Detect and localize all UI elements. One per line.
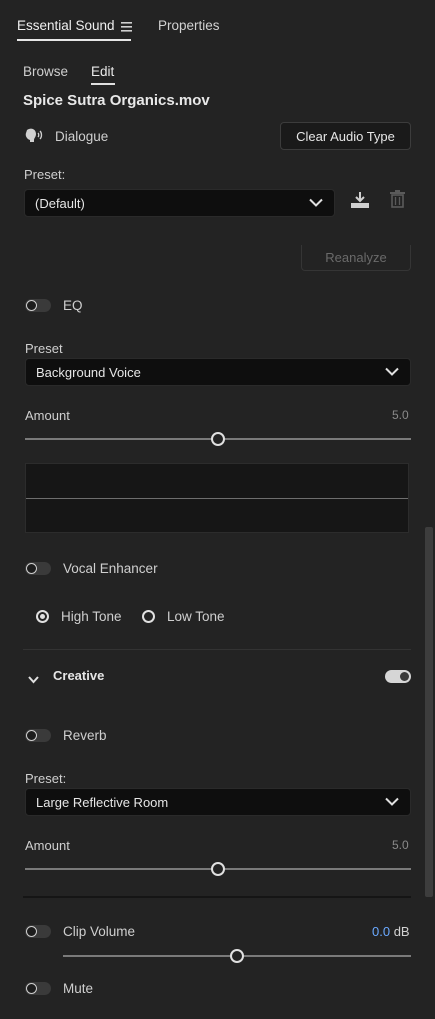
- preset-dropdown[interactable]: (Default): [24, 189, 335, 217]
- low-tone-label: Low Tone: [167, 609, 225, 624]
- vocal-enhancer-label: Vocal Enhancer: [63, 561, 158, 576]
- clip-volume-readout: 0.0 dB: [372, 924, 410, 939]
- chevron-down-icon: [385, 797, 399, 806]
- subtab-underline: [91, 83, 115, 85]
- save-preset-icon[interactable]: [350, 191, 370, 212]
- reverb-amount-label: Amount: [25, 838, 70, 853]
- clip-volume-unit: dB: [393, 924, 410, 939]
- scrollbar-thumb[interactable]: [425, 527, 433, 897]
- eq-preset-value: Background Voice: [36, 364, 141, 380]
- mute-toggle[interactable]: [25, 982, 51, 995]
- reverb-preset-dropdown[interactable]: Large Reflective Room: [25, 788, 411, 816]
- clip-volume-label: Clip Volume: [63, 924, 136, 939]
- panel-menu-icon[interactable]: [121, 20, 132, 35]
- dialogue-icon: [24, 128, 44, 148]
- eq-toggle[interactable]: [25, 299, 51, 312]
- high-tone-radio[interactable]: [36, 610, 49, 623]
- subtab-edit-label: Edit: [91, 64, 115, 79]
- creative-toggle[interactable]: [385, 670, 411, 683]
- tab-essential-sound-label: Essential Sound: [17, 18, 115, 33]
- eq-preset-label: Preset: [25, 341, 63, 356]
- reverb-amount-thumb[interactable]: [211, 862, 225, 876]
- reverb-amount-value: 5.0: [392, 838, 409, 852]
- clear-audio-type-label: Clear Audio Type: [296, 128, 395, 144]
- reverb-preset-value: Large Reflective Room: [36, 794, 169, 810]
- clip-title: Spice Sutra Organics.mov: [23, 92, 210, 109]
- eq-preset-dropdown[interactable]: Background Voice: [25, 358, 411, 386]
- creative-section-title: Creative: [53, 668, 105, 683]
- vocal-enhancer-toggle[interactable]: [25, 562, 51, 575]
- clip-volume-value[interactable]: 0.0: [372, 924, 390, 939]
- chevron-down-icon: [385, 367, 399, 376]
- eq-graph: [25, 463, 409, 533]
- tab-properties[interactable]: Properties: [158, 18, 220, 33]
- active-tab-underline: [17, 39, 131, 41]
- tab-essential-sound[interactable]: Essential Sound: [17, 18, 115, 33]
- reverb-label: Reverb: [63, 728, 107, 743]
- section-divider-dark: [23, 896, 411, 898]
- reverb-toggle[interactable]: [25, 729, 51, 742]
- clip-volume-toggle[interactable]: [25, 925, 51, 938]
- eq-amount-label: Amount: [25, 408, 70, 423]
- creative-chevron-icon[interactable]: [28, 672, 39, 687]
- low-tone-radio[interactable]: [142, 610, 155, 623]
- subtab-browse[interactable]: Browse: [23, 64, 68, 79]
- clear-audio-type-button[interactable]: Clear Audio Type: [280, 122, 411, 150]
- eq-amount-thumb[interactable]: [211, 432, 225, 446]
- chevron-down-icon: [309, 198, 323, 207]
- delete-preset-icon[interactable]: [390, 190, 405, 211]
- preset-dropdown-value: (Default): [35, 195, 85, 211]
- eq-label: EQ: [63, 298, 83, 313]
- reverb-preset-label: Preset:: [25, 771, 67, 786]
- subtab-browse-label: Browse: [23, 64, 69, 79]
- high-tone-label: High Tone: [61, 609, 122, 624]
- tab-properties-label: Properties: [158, 18, 220, 33]
- mute-label: Mute: [63, 981, 94, 996]
- reanalyze-button[interactable]: Reanalyze: [301, 245, 411, 271]
- reanalyze-label: Reanalyze: [325, 250, 387, 265]
- preset-label: Preset:: [24, 167, 66, 182]
- clip-volume-thumb[interactable]: [230, 949, 244, 963]
- section-divider: [23, 649, 411, 650]
- subtab-edit[interactable]: Edit: [91, 64, 114, 79]
- eq-curve: [26, 498, 408, 499]
- eq-amount-value: 5.0: [392, 408, 409, 422]
- audio-type-label: Dialogue: [55, 129, 109, 144]
